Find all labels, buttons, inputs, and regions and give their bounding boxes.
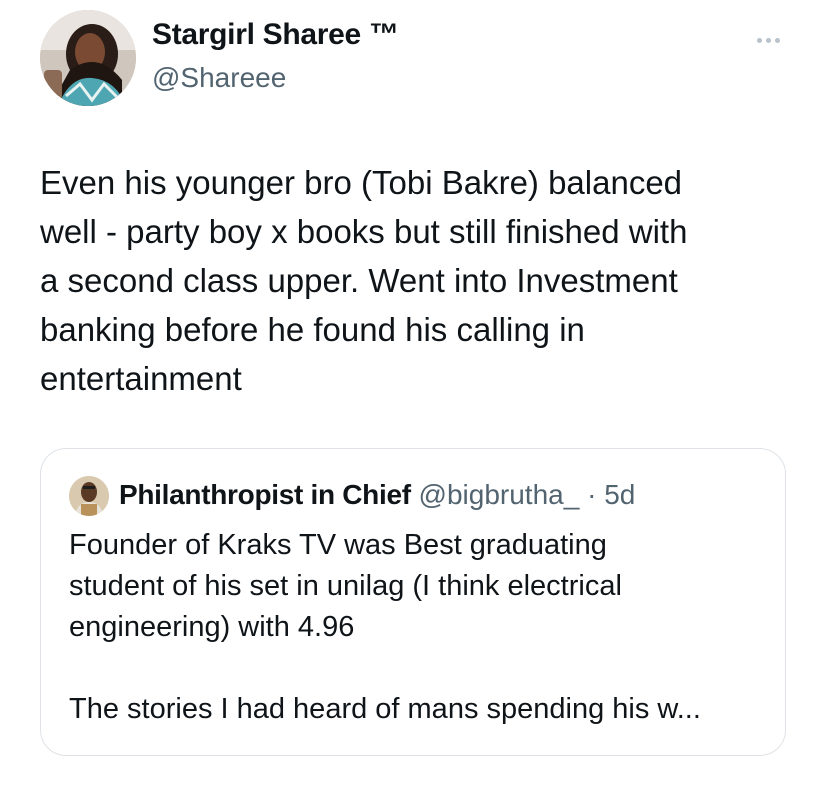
tweet-text-line: well - party boy x books but still finis… — [40, 213, 688, 250]
quoted-author-avatar[interactable] — [69, 476, 109, 516]
author-handle[interactable]: @Shareee — [152, 62, 286, 94]
tweet: Stargirl Sharee ™ @Shareee Even his youn… — [0, 0, 828, 792]
author-avatar[interactable] — [40, 10, 136, 106]
author-avatar-image — [40, 10, 136, 106]
more-horizontal-icon — [756, 37, 762, 43]
quoted-tweet-text-line: Founder of Kraks TV was Best graduating — [69, 529, 607, 561]
more-options-button[interactable] — [748, 28, 788, 52]
quoted-tweet-header: Philanthropist in Chief @bigbrutha_ · 5d — [119, 477, 635, 513]
quoted-tweet-text-line: engineering) with 4.96 — [69, 611, 355, 643]
more-horizontal-icon — [765, 37, 771, 43]
tweet-text-line: banking before he found his calling in — [40, 311, 585, 348]
author-name[interactable]: Stargirl Sharee ™ — [152, 18, 399, 52]
quoted-author-name[interactable]: Philanthropist in Chief — [119, 479, 411, 510]
tweet-text-line: Even his younger bro (Tobi Bakre) balanc… — [40, 164, 683, 201]
quoted-tweet-text-line: The stories I had heard of mans spending… — [69, 693, 701, 725]
quoted-author-avatar-image — [69, 476, 109, 516]
quoted-author-handle[interactable]: @bigbrutha_ — [419, 479, 580, 510]
quoted-tweet-card[interactable]: Philanthropist in Chief @bigbrutha_ · 5d… — [40, 448, 786, 756]
quoted-tweet-time[interactable]: 5d — [604, 479, 635, 510]
tweet-text-line: a second class upper. Went into Investme… — [40, 262, 678, 299]
more-horizontal-icon — [774, 37, 780, 43]
quoted-tweet-text-line: student of his set in unilag (I think el… — [69, 570, 622, 602]
tweet-text-line: entertainment — [40, 360, 242, 397]
tweet-text: Even his younger bro (Tobi Bakre) balanc… — [40, 158, 800, 403]
separator-dot: · — [587, 479, 597, 510]
quoted-tweet-text: Founder of Kraks TV was Best graduating … — [69, 525, 769, 730]
